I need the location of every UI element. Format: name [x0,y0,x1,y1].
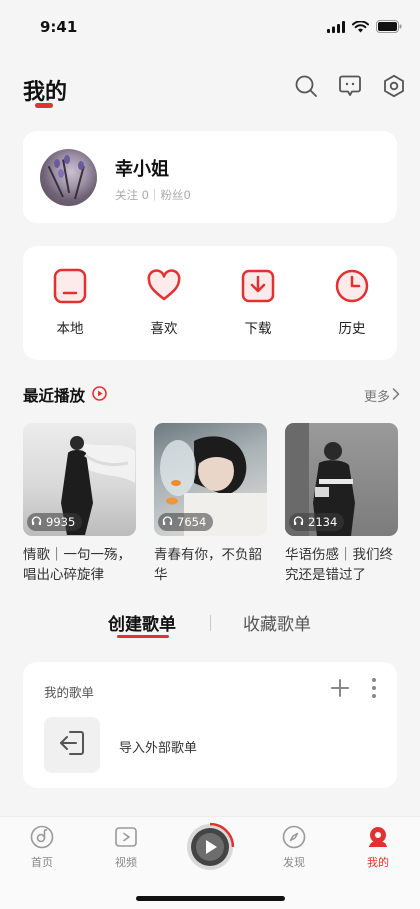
recent-album-card[interactable]: 7654 青春有你，不负韶华 [154,423,267,585]
home-indicator [136,896,285,901]
profile-name[interactable]: 幸小姐 [115,155,169,181]
download-icon [240,268,276,304]
album-caption: 青春有你，不负韶华 [154,547,262,583]
video-icon [114,825,138,849]
quick-local[interactable]: 本地 [38,268,102,337]
album-cover: 7654 [154,423,267,536]
recent-album-card[interactable]: 9935 情歌｜一句一殇，唱出心碎旋律 [23,423,136,585]
active-tab-indicator [117,635,169,638]
recent-album-card[interactable]: 2134 华语伤感｜我们终究还是错过了 [285,423,398,585]
quick-favorites-label: 喜欢 [150,321,178,337]
nav-video[interactable]: 视频 [96,825,156,870]
tab-collected-playlists[interactable]: 收藏歌单 [243,610,311,635]
play-circle-icon[interactable] [92,386,107,405]
nav-discover[interactable]: 发现 [264,825,324,870]
status-icons [327,18,402,37]
album-cover: 9935 [23,423,136,536]
import-icon [58,729,86,761]
avatar[interactable] [40,149,97,206]
quick-download-label: 下载 [244,321,272,337]
play-count: 2134 [308,515,338,529]
play-count: 9935 [46,515,76,529]
quick-actions-card: 本地 喜欢 下载 历史 [23,246,397,360]
play-count-badge: 9935 [27,513,83,531]
playlist-section-title: 我的歌单 [44,685,95,700]
recent-section-title: 最近播放 [23,387,86,405]
play-count: 7654 [177,515,207,529]
profile-stats: 关注 0｜粉丝0 [115,188,191,202]
more-label: 更多 [363,390,390,405]
compass-icon [282,825,306,849]
tab-created-playlists[interactable]: 创建歌单 [108,610,176,635]
nav-mine[interactable]: 我的 [348,825,408,870]
local-music-icon [52,268,88,304]
tab-divider [210,615,211,631]
album-cover: 2134 [285,423,398,536]
nav-video-label: 视频 [115,856,137,869]
nav-home[interactable]: 首页 [12,825,72,870]
chevron-right-icon [392,387,400,404]
play-count-badge: 7654 [158,513,214,531]
profile-card[interactable]: 幸小姐 关注 0｜粉丝0 [23,131,397,223]
playlist-card: 我的歌单 导入外部歌单 [23,662,397,788]
play-count-badge: 2134 [289,513,345,531]
recent-more-link[interactable]: 更多 [364,386,400,405]
nav-home-label: 首页 [31,856,53,869]
home-disc-icon [30,825,54,849]
header-actions [294,74,406,98]
now-playing-disc[interactable] [186,822,235,871]
quick-local-label: 本地 [56,321,84,337]
more-vertical-icon[interactable] [371,677,377,703]
headphones-icon [293,515,304,529]
headphones-icon [162,515,173,529]
settings-icon[interactable] [382,74,406,98]
status-time: 9:41 [40,18,78,36]
quick-history[interactable]: 历史 [320,268,384,337]
cellular-signal-icon [327,18,345,37]
title-underline [35,103,53,108]
wifi-icon [352,18,369,37]
album-caption: 情歌｜一句一殇，唱出心碎旋律 [23,547,131,583]
page-title: 我的 [23,80,68,105]
heart-icon [146,268,182,304]
clock-icon [334,268,370,304]
album-caption: 华语伤感｜我们终究还是错过了 [285,547,393,583]
quick-history-label: 历史 [338,321,366,337]
add-icon[interactable] [330,678,350,702]
import-playlist-button[interactable] [44,717,100,773]
search-icon[interactable] [294,74,318,98]
import-playlist-label[interactable]: 导入外部歌单 [119,737,197,756]
headphones-icon [31,515,42,529]
nav-mine-label: 我的 [367,856,389,869]
profile-icon [366,825,390,849]
nav-discover-label: 发现 [283,856,305,869]
message-icon[interactable] [338,74,362,98]
quick-download[interactable]: 下载 [226,268,290,337]
quick-favorites[interactable]: 喜欢 [132,268,196,337]
battery-icon [376,18,402,37]
